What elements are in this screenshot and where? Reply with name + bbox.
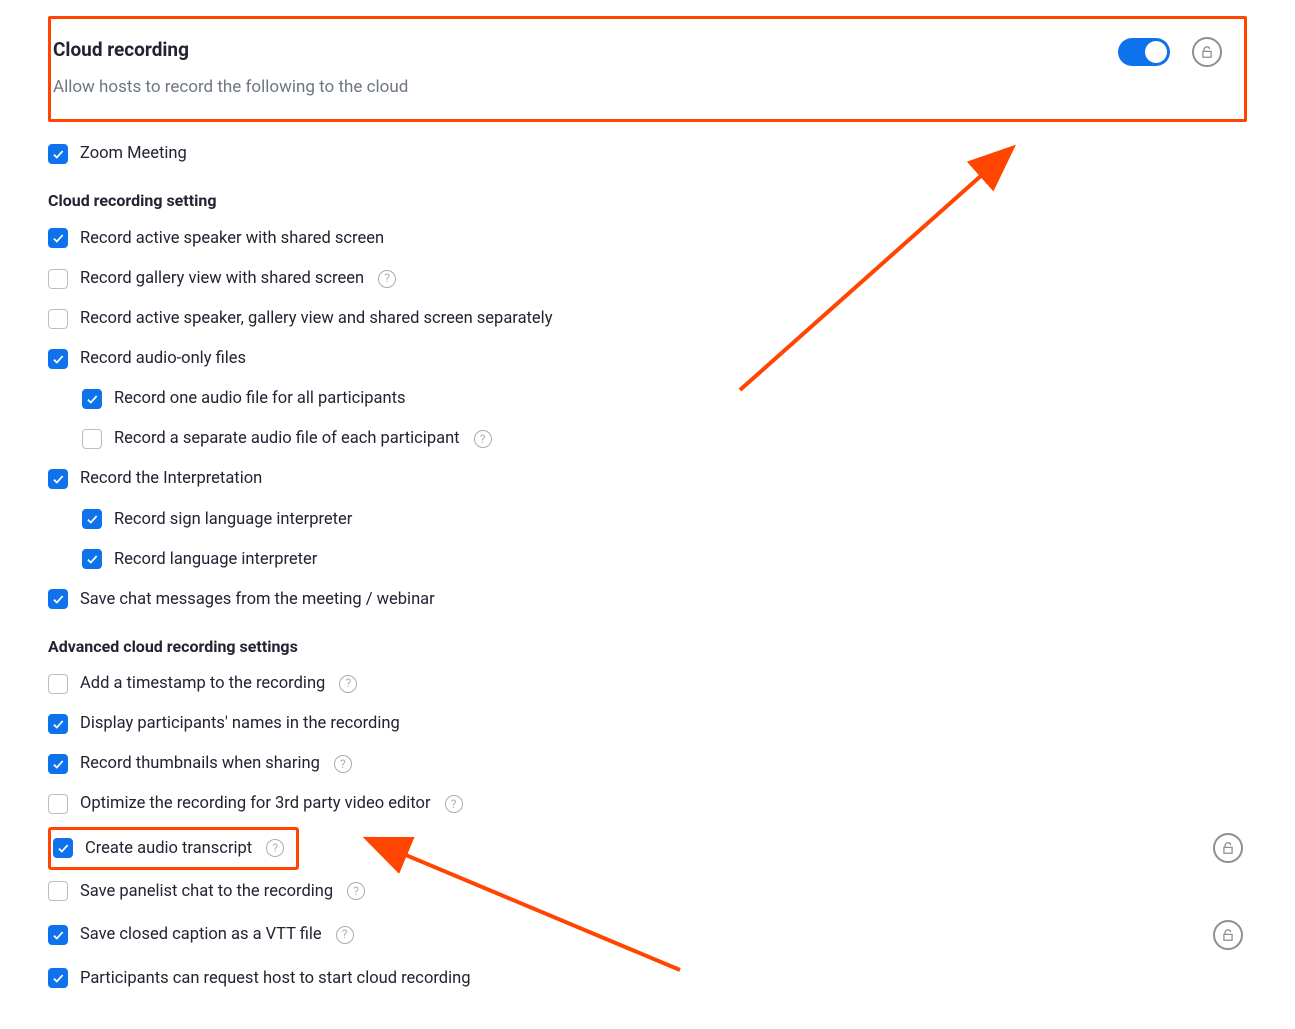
- setting-checkbox[interactable]: [48, 589, 68, 609]
- setting-checkbox[interactable]: [82, 429, 102, 449]
- setting-row: Record active speaker, gallery view and …: [48, 299, 1247, 339]
- setting-checkbox[interactable]: [48, 794, 68, 814]
- setting-label: Record the Interpretation: [80, 467, 262, 490]
- setting-checkbox[interactable]: [53, 838, 73, 858]
- setting-row: Save panelist chat to the recording?: [48, 872, 1247, 912]
- setting-checkbox[interactable]: [48, 754, 68, 774]
- help-icon[interactable]: ?: [266, 839, 284, 857]
- setting-row: Record active speaker with shared screen: [48, 219, 1247, 259]
- setting-checkbox[interactable]: [48, 228, 68, 248]
- setting-label: Create audio transcript: [85, 837, 252, 860]
- setting-checkbox[interactable]: [48, 309, 68, 329]
- setting-checkbox[interactable]: [82, 549, 102, 569]
- setting-row: Record audio-only files: [48, 339, 1247, 379]
- setting-label: Record thumbnails when sharing: [80, 752, 320, 775]
- help-icon[interactable]: ?: [347, 882, 365, 900]
- setting-row: Optimize the recording for 3rd party vid…: [48, 784, 1247, 824]
- setting-row: Record one audio file for all participan…: [48, 379, 1247, 419]
- section2-heading: Advanced cloud recording settings: [48, 620, 1247, 664]
- setting-row: Save closed caption as a VTT file?: [48, 912, 1247, 959]
- setting-label: Optimize the recording for 3rd party vid…: [80, 792, 431, 815]
- setting-label: Record a separate audio file of each par…: [114, 427, 460, 450]
- help-icon[interactable]: ?: [474, 430, 492, 448]
- setting-label: Save chat messages from the meeting / we…: [80, 588, 435, 611]
- setting-label: Save panelist chat to the recording: [80, 880, 333, 903]
- setting-label: Record active speaker with shared screen: [80, 227, 384, 250]
- setting-row: Record gallery view with shared screen?: [48, 259, 1247, 299]
- help-icon[interactable]: ?: [445, 795, 463, 813]
- setting-checkbox[interactable]: [48, 349, 68, 369]
- cloud-recording-desc: Allow hosts to record the following to t…: [53, 76, 408, 100]
- setting-checkbox[interactable]: [48, 269, 68, 289]
- lock-icon[interactable]: [1213, 920, 1243, 950]
- lock-icon[interactable]: [1192, 37, 1222, 67]
- setting-label: Participants can request host to start c…: [80, 967, 470, 990]
- setting-label: Add a timestamp to the recording: [80, 672, 325, 695]
- setting-checkbox[interactable]: [82, 389, 102, 409]
- zoom-meeting-checkbox[interactable]: [48, 144, 68, 164]
- setting-row: Create audio transcript?: [53, 834, 284, 863]
- help-icon[interactable]: ?: [378, 270, 396, 288]
- setting-checkbox[interactable]: [48, 968, 68, 988]
- cloud-recording-title: Cloud recording: [53, 37, 408, 64]
- setting-row: Record sign language interpreter: [48, 500, 1247, 540]
- zoom-meeting-row: Zoom Meeting: [48, 134, 1247, 174]
- setting-row: Record language interpreter: [48, 540, 1247, 580]
- setting-row: Create audio transcript?: [48, 825, 1247, 872]
- setting-checkbox[interactable]: [48, 925, 68, 945]
- setting-label: Display participants' names in the recor…: [80, 712, 400, 735]
- setting-checkbox[interactable]: [48, 881, 68, 901]
- lock-icon[interactable]: [1213, 833, 1243, 863]
- cloud-recording-toggle[interactable]: [1118, 38, 1170, 66]
- setting-label: Record audio-only files: [80, 347, 246, 370]
- setting-row: Add a timestamp to the recording?: [48, 664, 1247, 704]
- help-icon[interactable]: ?: [334, 755, 352, 773]
- setting-label: Record active speaker, gallery view and …: [80, 307, 553, 330]
- section1-heading: Cloud recording setting: [48, 174, 1247, 218]
- cloud-recording-header: Cloud recording Allow hosts to record th…: [48, 16, 1247, 122]
- setting-checkbox[interactable]: [82, 509, 102, 529]
- highlight-box: Create audio transcript?: [48, 827, 299, 870]
- setting-row: Save chat messages from the meeting / we…: [48, 580, 1247, 620]
- setting-row: Record the Interpretation: [48, 459, 1247, 499]
- setting-row: Participants can request host to start c…: [48, 959, 1247, 999]
- setting-label: Record one audio file for all participan…: [114, 387, 406, 410]
- setting-checkbox[interactable]: [48, 674, 68, 694]
- help-icon[interactable]: ?: [336, 926, 354, 944]
- setting-label: Record language interpreter: [114, 548, 317, 571]
- setting-label: Record gallery view with shared screen: [80, 267, 364, 290]
- setting-checkbox[interactable]: [48, 714, 68, 734]
- setting-row: Record thumbnails when sharing?: [48, 744, 1247, 784]
- zoom-meeting-label: Zoom Meeting: [80, 142, 187, 165]
- setting-label: Record sign language interpreter: [114, 508, 352, 531]
- setting-checkbox[interactable]: [48, 469, 68, 489]
- setting-row: Display participants' names in the recor…: [48, 704, 1247, 744]
- setting-label: Save closed caption as a VTT file: [80, 923, 322, 946]
- setting-row: Record a separate audio file of each par…: [48, 419, 1247, 459]
- help-icon[interactable]: ?: [339, 675, 357, 693]
